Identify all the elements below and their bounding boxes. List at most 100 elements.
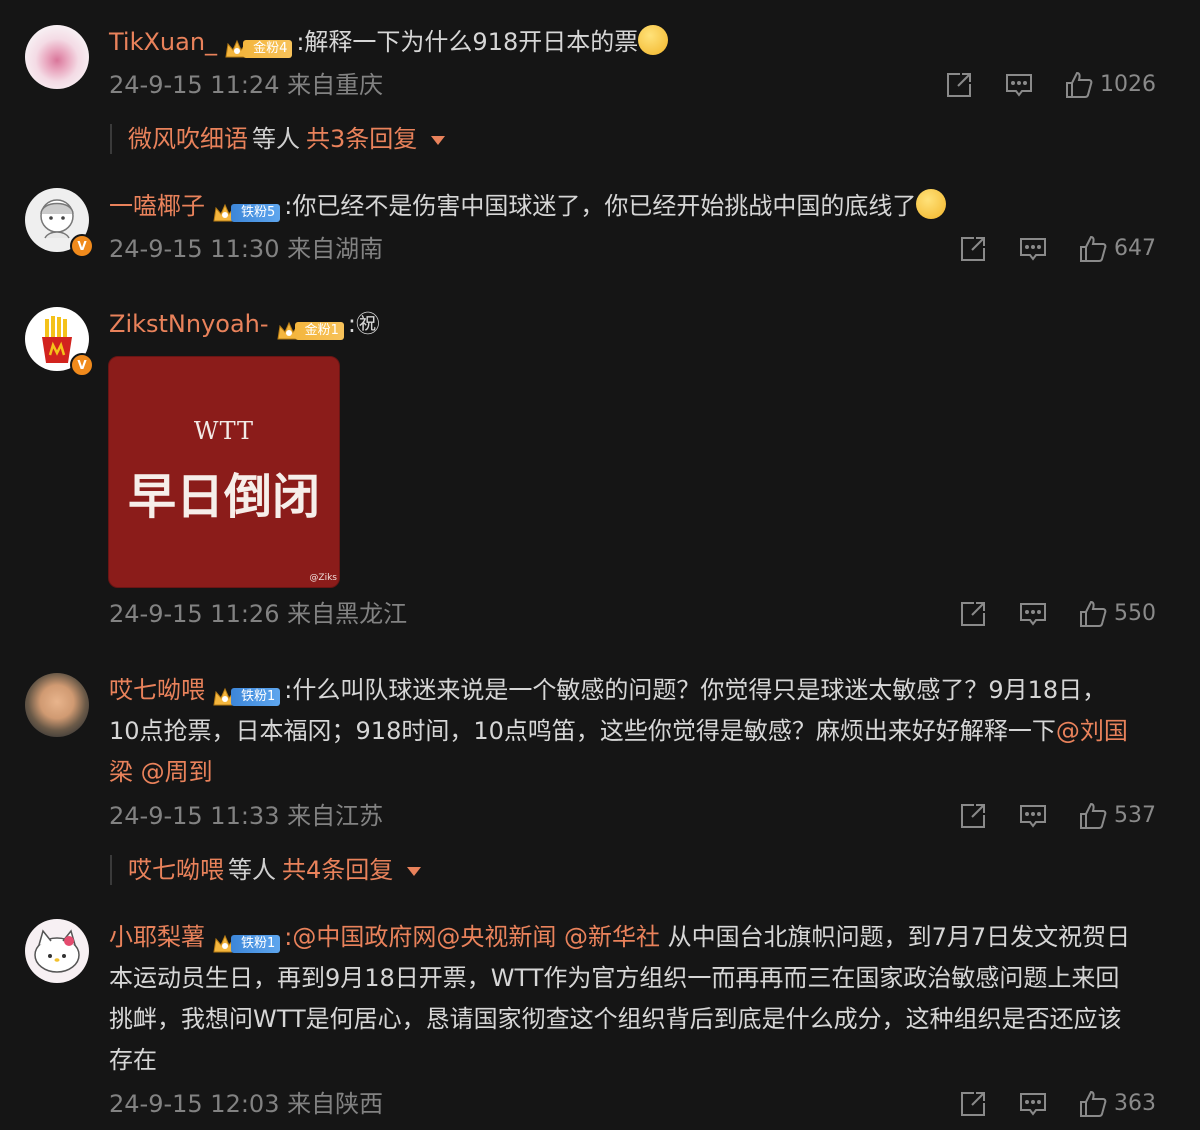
comment-time: 24-9-15 11:30 [109,235,280,263]
comment-icon [1020,603,1046,626]
share-button[interactable] [958,801,988,831]
reply-user[interactable]: 哎七呦喂 [128,856,224,884]
fan-badge[interactable]: 金粉4 [223,28,293,58]
avatar[interactable] [25,919,89,983]
share-icon [961,237,985,261]
comment-meta: 24-9-15 11:30 来自湖南 [109,234,383,264]
comment-text: :什么叫队球迷来说是一个敏感的问题？你觉得只是球迷太敏感了？9月18日， [284,676,1107,704]
fan-badge[interactable]: 铁粉1 [211,923,281,953]
avatar-illustration [34,929,80,973]
reply-etc: 等人 [252,125,300,153]
comment-button[interactable] [1018,599,1048,629]
avatar[interactable] [25,673,89,737]
share-button[interactable] [958,234,988,264]
comment-text: :㊗ [347,310,380,338]
comment-button[interactable] [1018,801,1048,831]
comment-icon [1020,238,1046,261]
fan-badge-label: 铁粉1 [231,688,281,706]
like-count: 550 [1114,601,1156,626]
reply-etc: 等人 [228,856,276,884]
fan-badge[interactable]: 金粉1 [275,310,344,340]
attached-image[interactable]: WTT 早日倒闭 @Ziks [108,356,340,588]
comment-location: 来自湖南 [287,235,384,263]
fan-badge-label: 铁粉5 [231,204,281,222]
share-button[interactable] [958,1089,988,1119]
comment-text: 存在 [109,1046,157,1074]
comment-text: :你已经不是伤害中国球迷了，你已经开始挑战中国的底线了 [284,192,917,220]
like-count: 1026 [1100,72,1156,97]
smile-emoji-icon [916,189,947,219]
chevron-down-icon[interactable] [407,866,422,876]
fan-badge-label: 金粉4 [243,40,293,58]
mention-link[interactable]: @刘国 [1056,717,1128,745]
like-icon [1066,71,1093,98]
share-button[interactable] [958,599,988,629]
reply-count[interactable]: 共4条回复 [282,856,393,884]
comment-location: 来自江苏 [287,802,384,830]
comment-time: 24-9-15 11:24 [109,71,280,99]
reply-summary[interactable]: 微风吹细语 等人 共3条回复 [110,124,446,154]
like-button[interactable] [1064,70,1094,100]
mention-link[interactable]: 梁 [109,758,133,786]
share-icon [961,804,985,828]
share-icon [947,73,971,97]
chevron-down-icon[interactable] [431,135,446,145]
comment-icon [1006,74,1032,97]
share-icon [961,602,985,626]
comment-time: 24-9-15 12:03 [109,1090,280,1118]
comment-button[interactable] [1018,1089,1048,1119]
comment-time: 24-9-15 11:33 [109,802,280,830]
fan-badge[interactable]: 铁粉1 [211,676,281,706]
comment-icon [1020,805,1046,828]
username[interactable]: ZikstNnyoah- [109,310,269,338]
comment-button[interactable] [1018,234,1048,264]
comment-icon [1020,1093,1046,1116]
avatar[interactable] [25,25,89,89]
comment-meta: 24-9-15 11:24 来自重庆 [109,70,383,100]
like-icon [1080,235,1107,262]
username[interactable]: 一嗑椰子 [109,192,205,220]
comment-button[interactable] [1004,70,1034,100]
comment-location: 来自陕西 [287,1090,384,1118]
comment-text: :解释一下为什么918开日本的票 [296,28,639,56]
comment-location: 来自黑龙江 [287,600,408,628]
fan-badge-label: 铁粉1 [231,935,281,953]
fan-badge[interactable]: 铁粉5 [211,192,281,222]
fan-badge-label: 金粉1 [294,322,344,340]
verified-icon: V [70,353,94,377]
username[interactable]: TikXuan_ [109,28,217,56]
like-button[interactable] [1078,1089,1108,1119]
like-count: 537 [1114,803,1156,828]
mention-link[interactable]: :@中国政府网@央视新闻 @新华社 [284,923,660,951]
share-button[interactable] [944,70,974,100]
image-text-wtt: WTT [193,417,255,445]
surprised-emoji-icon [638,25,669,55]
like-icon [1080,1090,1107,1117]
like-icon [1080,600,1107,627]
comment-time: 24-9-15 11:26 [109,600,280,628]
username[interactable]: 小耶梨薯 [109,923,205,951]
image-watermark: @Ziks [309,573,337,583]
reply-summary[interactable]: 哎七呦喂 等人 共4条回复 [110,855,422,885]
like-button[interactable] [1078,234,1108,264]
like-button[interactable] [1078,801,1108,831]
like-count: 647 [1114,236,1156,261]
mention-link[interactable]: @周到 [141,758,213,786]
comment-meta: 24-9-15 11:33 来自江苏 [109,801,383,831]
comment-text: 本运动员生日，再到9月18日开票，WTT作为官方组织一而再再而三在国家政治敏感问… [109,964,1120,992]
like-count: 363 [1114,1091,1156,1116]
comment-text: 10点抢票，日本福冈；918时间，10点鸣笛，这些你觉得是敏感？麻烦出来好好解释… [109,717,1056,745]
like-button[interactable] [1078,599,1108,629]
comment-meta: 24-9-15 12:03 来自陕西 [109,1089,383,1119]
comment-text: 挑衅，我想问WTT是何居心，恳请国家彻查这个组织背后到底是什么成分，这种组织是否… [109,1005,1122,1033]
comment-meta: 24-9-15 11:26 来自黑龙江 [109,599,407,629]
reply-count[interactable]: 共3条回复 [306,125,417,153]
username[interactable]: 哎七呦喂 [109,676,205,704]
like-icon [1080,802,1107,829]
verified-icon: V [70,234,94,258]
reply-user[interactable]: 微风吹细语 [128,125,248,153]
image-text-main: 早日倒闭 [127,469,320,525]
comment-text: 从中国台北旗帜问题，到7月7日发文祝贺日 [660,923,1131,951]
share-icon [961,1092,985,1116]
comment-location: 来自重庆 [287,71,384,99]
